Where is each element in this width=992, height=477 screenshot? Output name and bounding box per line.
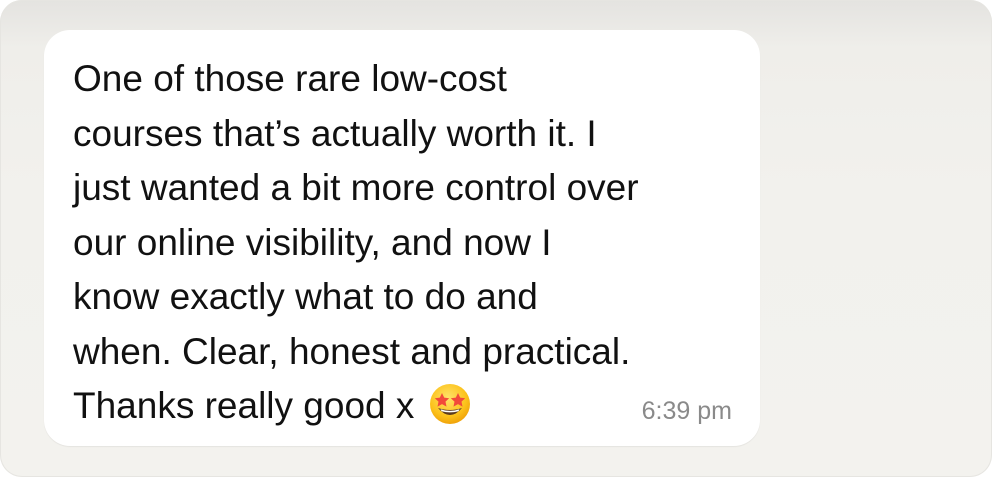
message-bubble[interactable]: One of those rare low-cost courses that’… [44, 30, 760, 446]
message-line: when. Clear, honest and practical. [73, 330, 631, 372]
message-line: know exactly what to do and [73, 276, 538, 317]
message-line: One of those rare low-cost [73, 58, 507, 99]
message-line: our online visibility, and now I [73, 221, 552, 263]
message-line: Thanks really good x [73, 385, 415, 426]
message-line: just wanted a bit more control over [73, 167, 639, 208]
star-struck-emoji-icon [428, 382, 472, 426]
message-line: courses that’s actually worth it. I [73, 112, 597, 154]
message-text: One of those rare low-cost courses that’… [73, 52, 743, 434]
message-timestamp: 6:39 pm [641, 397, 732, 425]
chat-background: One of those rare low-cost courses that’… [0, 0, 992, 477]
